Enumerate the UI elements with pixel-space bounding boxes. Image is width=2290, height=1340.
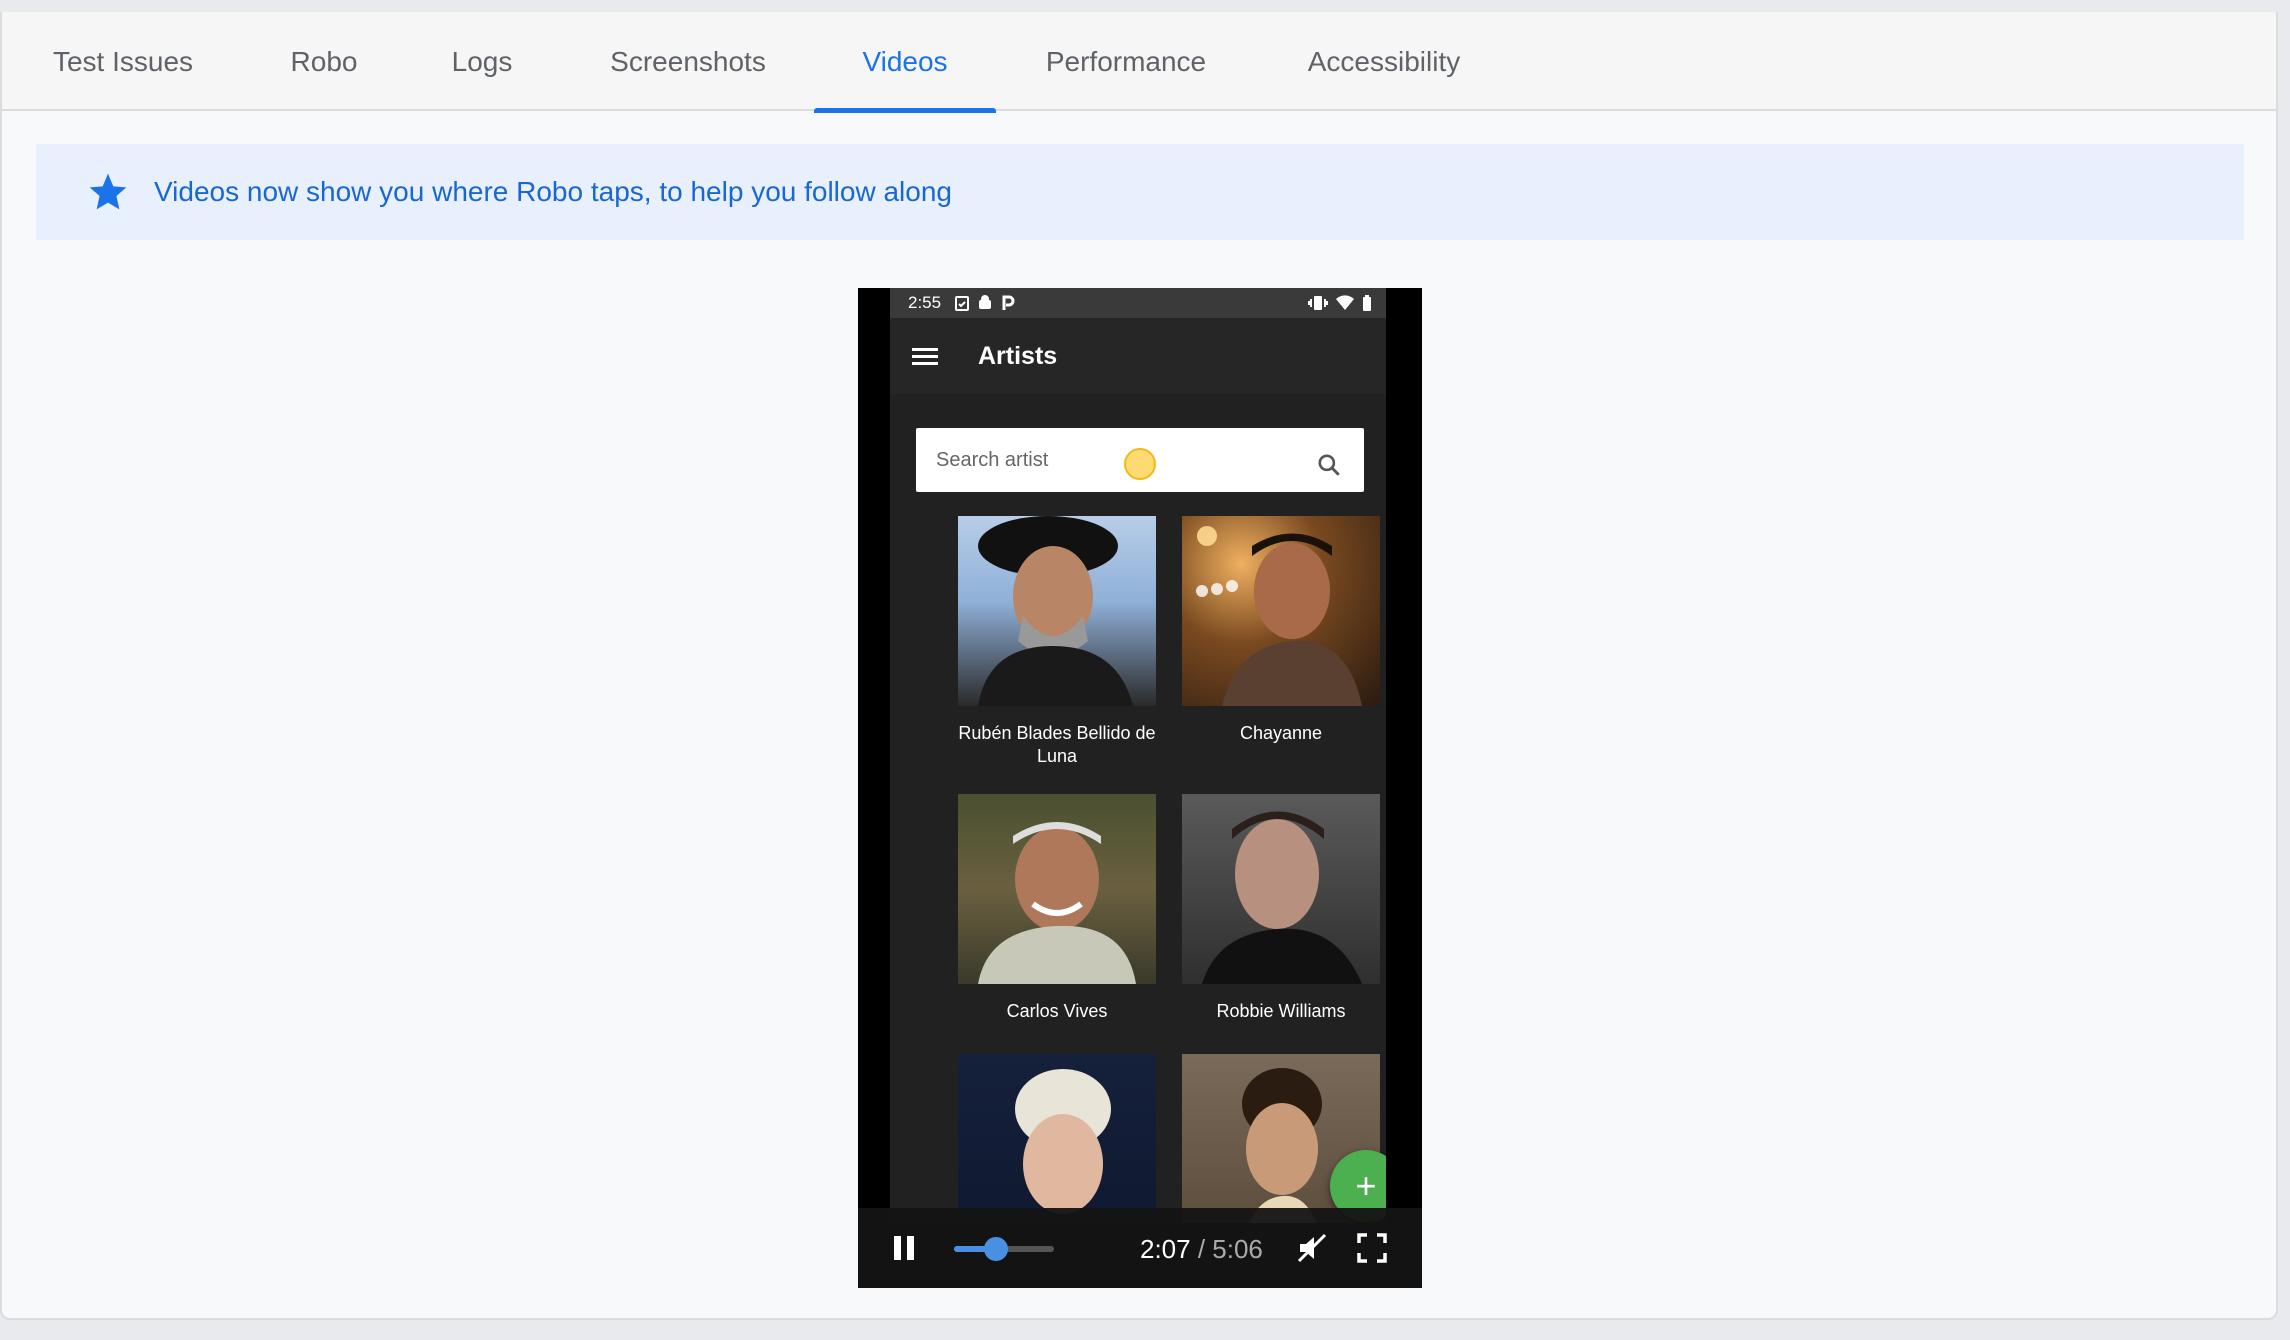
robo-tap-indicator	[1124, 448, 1156, 480]
video-player[interactable]: 2:55 Artists Search artist Rubén Blades …	[858, 288, 1422, 1288]
duration: 5:06	[1212, 1234, 1263, 1264]
wifi-icon	[1336, 295, 1354, 310]
clipboard-icon	[955, 296, 970, 311]
progress-scrubber[interactable]	[983, 1237, 1008, 1261]
artist-photo	[958, 1054, 1156, 1223]
tab-robo[interactable]: Robo	[256, 12, 392, 111]
menu-icon[interactable]	[912, 344, 938, 369]
artist-photo	[1182, 794, 1380, 984]
banner-text: Videos now show you where Robo taps, to …	[154, 176, 952, 207]
tab-bar: Test Issues Robo Logs Screenshots Videos…	[2, 12, 2276, 113]
battery-icon	[1363, 295, 1371, 311]
search-icon[interactable]	[1316, 452, 1342, 478]
current-time: 2:07	[1140, 1234, 1191, 1264]
tab-screenshots[interactable]: Screenshots	[576, 12, 800, 111]
android-icon	[979, 295, 992, 309]
star-icon	[89, 173, 127, 210]
app-bar: Artists	[890, 318, 1386, 394]
artist-name: Rubén Blades Bellido de Luna	[958, 723, 1156, 766]
tab-logs[interactable]: Logs	[420, 12, 544, 111]
mute-icon[interactable]	[1296, 1232, 1328, 1264]
test-results-card: Test Issues Robo Logs Screenshots Videos…	[0, 12, 2278, 1320]
artist-name: Robbie Williams	[1216, 1001, 1346, 1021]
android-status-bar: 2:55	[890, 288, 1386, 318]
tab-videos[interactable]: Videos	[814, 12, 996, 113]
artist-card[interactable]: Robbie Williams	[1182, 794, 1380, 1023]
info-banner: Videos now show you where Robo taps, to …	[36, 144, 2244, 240]
artist-name: Chayanne	[1239, 723, 1323, 743]
artist-photo	[958, 794, 1156, 984]
search-artist-field[interactable]	[916, 428, 1364, 492]
app-title: Artists	[978, 341, 1058, 370]
pause-icon[interactable]	[892, 1234, 916, 1262]
progress-bar[interactable]	[954, 1237, 1054, 1261]
tab-performance[interactable]: Performance	[1026, 12, 1226, 111]
artist-card[interactable]: Rubén Blades Bellido de Luna	[958, 516, 1156, 768]
artist-name: Carlos Vives	[1006, 1001, 1108, 1021]
tab-accessibility[interactable]: Accessibility	[1286, 12, 1482, 111]
status-time: 2:55	[908, 293, 942, 312]
video-controls: 2:07 / 5:06	[858, 1208, 1422, 1288]
artist-photo	[958, 516, 1156, 706]
vibrate-icon	[1308, 296, 1328, 310]
artist-photo	[1182, 516, 1380, 706]
time-display: 2:07 / 5:06	[1140, 1234, 1263, 1265]
fullscreen-icon[interactable]	[1356, 1232, 1388, 1264]
time-separator: /	[1190, 1234, 1213, 1264]
p-notification-icon	[1002, 295, 1015, 310]
search-input[interactable]	[936, 448, 1296, 472]
tab-test-issues[interactable]: Test Issues	[16, 12, 230, 111]
device-screen: 2:55 Artists Search artist Rubén Blades …	[890, 288, 1386, 1223]
artist-card[interactable]	[958, 1054, 1156, 1223]
artist-card[interactable]: Chayanne	[1182, 516, 1380, 745]
artist-card[interactable]: Carlos Vives	[958, 794, 1156, 1023]
